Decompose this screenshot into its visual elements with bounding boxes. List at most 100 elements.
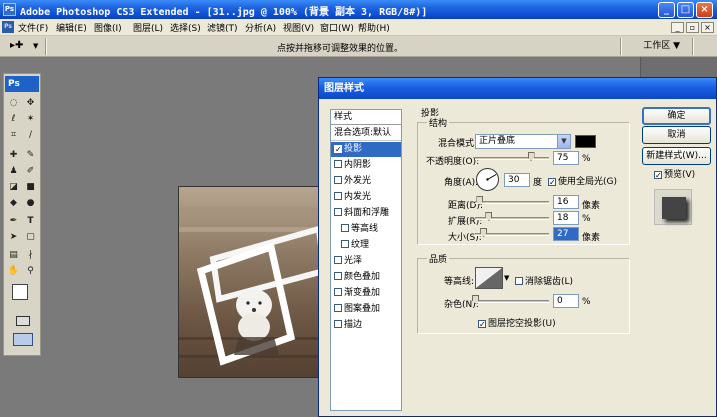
style-item-bevel-emboss[interactable]: 斜面和浮雕 (331, 206, 401, 221)
document-icon[interactable]: Ps (2, 21, 14, 33)
spread-input[interactable]: 18 (553, 211, 579, 225)
doc-minimize-button[interactable]: _ (671, 22, 684, 33)
contour-dropdown-icon[interactable]: ▼ (504, 274, 509, 282)
style-item-drop-shadow[interactable]: ✓ 投影 (331, 142, 401, 157)
lasso-tool-icon[interactable]: ℓ (6, 112, 21, 126)
healing-brush-tool-icon[interactable]: ✚ (6, 148, 21, 162)
menu-image[interactable]: 图像(I) (94, 21, 122, 34)
style-checkbox[interactable] (341, 224, 349, 232)
style-checkbox[interactable] (334, 304, 342, 312)
style-item-label: 内发光 (344, 192, 372, 202)
style-item-inner-shadow[interactable]: 内阴影 (331, 158, 401, 173)
brush-tool-icon[interactable]: ✎ (23, 148, 38, 162)
toolbox-logo[interactable]: Ps (5, 76, 39, 92)
style-list-header[interactable]: 样式 (331, 110, 401, 125)
clone-stamp-tool-icon[interactable]: ♟ (6, 164, 21, 178)
window-title: Adobe Photoshop CS3 Extended - [31..jpg … (20, 7, 428, 18)
opacity-slider[interactable] (475, 157, 549, 160)
cancel-button[interactable]: 取消 (642, 126, 711, 144)
doc-close-button[interactable]: × (701, 22, 714, 33)
style-checkbox[interactable] (341, 240, 349, 248)
move-tool-icon[interactable]: ✥ (23, 96, 38, 110)
menu-window[interactable]: 窗口(W) (320, 21, 354, 34)
shape-tool-icon[interactable]: ▢ (23, 230, 38, 244)
style-item-gradient-overlay[interactable]: 渐变叠加 (331, 286, 401, 301)
noise-slider[interactable] (475, 300, 549, 303)
style-item-pattern-overlay[interactable]: 图案叠加 (331, 302, 401, 317)
noise-input[interactable]: 0 (553, 294, 579, 308)
style-item-texture[interactable]: 纹理 (331, 238, 401, 253)
angle-input[interactable]: 30 (504, 173, 530, 187)
menu-view[interactable]: 视图(V) (283, 21, 314, 34)
shadow-color-swatch[interactable] (575, 135, 596, 148)
preview-checkbox[interactable]: ✓ 预览(V) (654, 167, 695, 180)
crop-tool-icon[interactable]: ⌗ (6, 128, 21, 142)
menu-edit[interactable]: 编辑(E) (56, 21, 87, 34)
style-checkbox[interactable] (334, 288, 342, 296)
opacity-input[interactable]: 75 (553, 151, 579, 165)
blend-options-item[interactable]: 混合选项:默认 (331, 126, 401, 141)
gradient-tool-icon[interactable]: ■ (23, 180, 38, 194)
notes-tool-icon[interactable]: ▤ (6, 248, 21, 262)
menu-filter[interactable]: 滤镜(T) (207, 21, 238, 34)
path-selection-tool-icon[interactable]: ➤ (6, 230, 21, 244)
doc-restore-button[interactable]: ▫ (686, 22, 699, 33)
type-tool-icon[interactable]: T (23, 214, 38, 228)
chevron-down-icon[interactable]: ▼ (557, 135, 570, 148)
screen-mode-icon[interactable] (13, 333, 33, 346)
global-light-checkbox[interactable]: ✓ 使用全局光(G) (548, 174, 617, 187)
window-title-bar[interactable]: Ps Adobe Photoshop CS3 Extended - [31..j… (0, 0, 717, 19)
style-checkbox[interactable] (334, 320, 342, 328)
history-brush-tool-icon[interactable]: ✐ (23, 164, 38, 178)
style-checkbox[interactable] (334, 272, 342, 280)
hand-tool-icon[interactable]: ✋ (6, 264, 21, 278)
distance-slider[interactable] (475, 201, 549, 204)
dodge-tool-icon[interactable]: ● (23, 196, 38, 210)
style-item-color-overlay[interactable]: 颜色叠加 (331, 270, 401, 285)
style-checkbox[interactable] (334, 160, 342, 168)
style-item-stroke[interactable]: 描边 (331, 318, 401, 333)
menu-help[interactable]: 帮助(H) (358, 21, 390, 34)
new-style-button[interactable]: 新建样式(W)... (642, 147, 711, 165)
menu-layer[interactable]: 图层(L) (133, 21, 163, 34)
eraser-tool-icon[interactable]: ◪ (6, 180, 21, 194)
slice-tool-icon[interactable]: ∕ (23, 128, 38, 142)
distance-input[interactable]: 16 (553, 195, 579, 209)
zoom-tool-icon[interactable]: ⚲ (23, 264, 38, 278)
close-button[interactable]: × (696, 2, 713, 18)
maximize-button[interactable]: □ (677, 2, 694, 18)
style-item-inner-glow[interactable]: 内发光 (331, 190, 401, 205)
ok-button[interactable]: 确定 (642, 107, 711, 125)
move-tool-preset-icon[interactable]: ▸✚ (10, 40, 23, 51)
menu-select[interactable]: 选择(S) (170, 21, 201, 34)
eyedropper-tool-icon[interactable]: ∤ (23, 248, 38, 262)
style-item-outer-glow[interactable]: 外发光 (331, 174, 401, 189)
style-item-label: 外发光 (344, 176, 372, 186)
pen-tool-icon[interactable]: ✒ (6, 214, 21, 228)
style-item-contour[interactable]: 等高线 (331, 222, 401, 237)
menu-analysis[interactable]: 分析(A) (245, 21, 276, 34)
style-checkbox[interactable] (334, 176, 342, 184)
workspace-button[interactable]: 工作区 ▼ (631, 38, 683, 54)
style-checkbox[interactable] (334, 208, 342, 216)
magic-wand-tool-icon[interactable]: ✶ (23, 112, 38, 126)
quick-mask-icon[interactable] (16, 316, 30, 326)
style-checkbox[interactable] (334, 256, 342, 264)
dialog-title-bar[interactable]: 图层样式 (319, 78, 716, 99)
blend-mode-select[interactable]: 正片叠底 ▼ (475, 134, 571, 149)
style-checkbox[interactable] (334, 192, 342, 200)
contour-picker[interactable] (475, 267, 503, 289)
size-input[interactable]: 27 (553, 227, 579, 241)
menu-file[interactable]: 文件(F) (18, 21, 48, 34)
foreground-color-swatch[interactable] (12, 284, 28, 300)
document-canvas[interactable] (178, 186, 323, 378)
style-checkbox[interactable]: ✓ (334, 145, 342, 154)
blur-tool-icon[interactable]: ◆ (6, 196, 21, 210)
style-item-satin[interactable]: 光泽 (331, 254, 401, 269)
marquee-tool-icon[interactable]: ◌ (6, 96, 21, 110)
antialias-checkbox[interactable]: 消除锯齿(L) (515, 274, 573, 287)
knockout-checkbox[interactable]: ✓ 图层挖空投影(U) (478, 316, 556, 329)
angle-dial[interactable] (475, 167, 500, 192)
minimize-button[interactable]: _ (658, 2, 675, 18)
tool-preset-dropdown-icon[interactable]: ▼ (33, 42, 38, 50)
